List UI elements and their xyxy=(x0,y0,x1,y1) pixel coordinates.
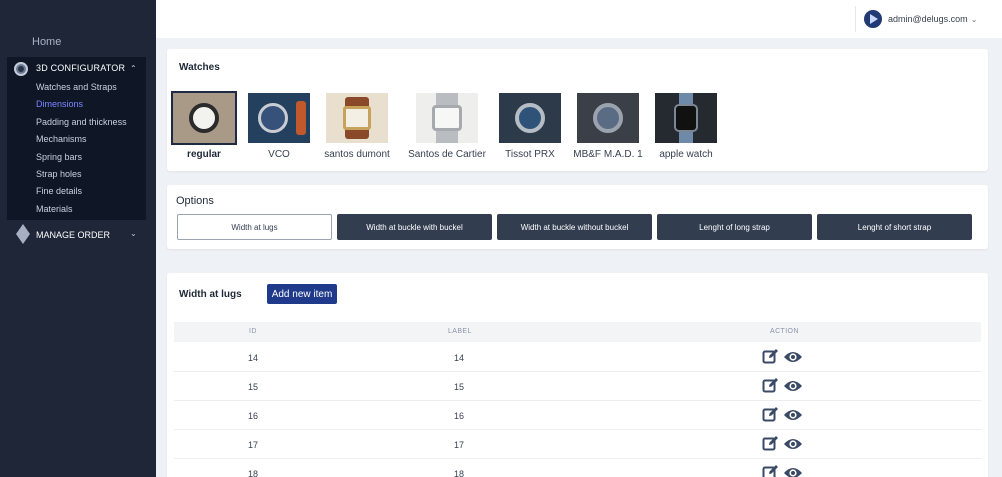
table-row: 15 15 xyxy=(174,372,981,401)
eye-icon[interactable] xyxy=(783,349,803,365)
sidebar-item-fine-details[interactable]: Fine details xyxy=(36,186,82,196)
edit-icon[interactable] xyxy=(762,435,779,452)
table-title: Width at lugs xyxy=(179,289,242,300)
option-width-at-buckle-without-buckel[interactable]: Width at buckle without buckel xyxy=(497,214,652,240)
watches-title: Watches xyxy=(179,62,220,73)
sidebar-item-padding-and-thickness[interactable]: Padding and thickness xyxy=(36,117,127,127)
watch-thumbnail xyxy=(499,93,561,143)
column-header-id: ID xyxy=(249,328,257,335)
options-title: Options xyxy=(176,195,214,207)
watch-thumbnail xyxy=(171,91,237,145)
sidebar-group-3d-configurator: 3D CONFIGURATOR ⌃ Watches and Straps Dim… xyxy=(7,57,146,220)
eye-icon[interactable] xyxy=(783,436,803,452)
cell-label: 16 xyxy=(454,411,465,421)
sidebar-item-watches-and-straps[interactable]: Watches and Straps xyxy=(36,82,117,92)
sidebar-group-title: 3D CONFIGURATOR xyxy=(36,63,126,73)
avatar xyxy=(864,10,882,28)
watch-name: MB&F M.A.D. 1 xyxy=(573,149,643,160)
cell-id: 15 xyxy=(248,382,259,392)
cube-icon xyxy=(14,62,28,76)
watch-thumbnail xyxy=(248,93,310,143)
watch-item-mbf-mad-1[interactable]: MB&F M.A.D. 1 xyxy=(568,93,648,160)
cell-id: 17 xyxy=(248,440,259,450)
table-row: 16 16 xyxy=(174,401,981,430)
watch-thumbnail xyxy=(655,93,717,143)
edit-icon[interactable] xyxy=(762,464,779,477)
cell-label: 14 xyxy=(454,353,465,363)
chevron-down-icon: ⌄ xyxy=(970,14,978,24)
watch-item-regular[interactable]: regular xyxy=(164,91,244,160)
box-icon xyxy=(16,224,30,244)
edit-icon[interactable] xyxy=(762,406,779,423)
eye-icon[interactable] xyxy=(783,407,803,423)
watch-item-santos-de-cartier[interactable]: Santos de Cartier xyxy=(407,93,487,160)
table-row: 17 17 xyxy=(174,430,981,459)
eye-icon[interactable] xyxy=(783,465,803,477)
watch-name: regular xyxy=(187,149,221,160)
sidebar-group-header[interactable]: 3D CONFIGURATOR ⌃ xyxy=(7,57,146,79)
user-email: admin@delugs.com xyxy=(888,14,968,24)
watch-name: Santos de Cartier xyxy=(408,149,486,160)
watch-name: Tissot PRX xyxy=(505,149,555,160)
watch-thumbnail xyxy=(416,93,478,143)
user-menu[interactable]: admin@delugs.com ⌄ xyxy=(855,6,977,32)
sidebar-item-spring-bars[interactable]: Spring bars xyxy=(36,152,82,162)
cell-label: 18 xyxy=(454,469,465,477)
cell-label: 17 xyxy=(454,440,465,450)
add-new-item-button[interactable]: Add new item xyxy=(267,284,337,304)
watch-item-apple-watch[interactable]: apple watch xyxy=(646,93,726,160)
option-width-at-lugs[interactable]: Width at lugs xyxy=(177,214,332,240)
option-lenght-of-short-strap[interactable]: Lenght of short strap xyxy=(817,214,972,240)
chevron-up-icon[interactable]: ⌃ xyxy=(130,64,137,73)
watch-name: VCO xyxy=(268,149,290,160)
watch-thumbnail xyxy=(577,93,639,143)
sidebar-item-mechanisms[interactable]: Mechanisms xyxy=(36,134,87,144)
option-width-at-buckle-with-buckel[interactable]: Width at buckle with buckel xyxy=(337,214,492,240)
sidebar-item-home[interactable]: Home xyxy=(32,36,61,48)
table-card: Width at lugs Add new item ID LABEL ACTI… xyxy=(167,273,988,477)
watch-name: santos dumont xyxy=(324,149,390,160)
watch-item-santos-dumont[interactable]: santos dumont xyxy=(317,93,397,160)
watch-item-vco[interactable]: VCO xyxy=(239,93,319,160)
watch-thumbnail xyxy=(326,93,388,143)
eye-icon[interactable] xyxy=(783,378,803,394)
chevron-down-icon[interactable]: ⌄ xyxy=(130,229,137,238)
column-header-label: LABEL xyxy=(448,328,472,335)
watch-item-tissot-prx[interactable]: Tissot PRX xyxy=(490,93,570,160)
table-row: 18 18 xyxy=(174,459,981,477)
cell-id: 14 xyxy=(248,353,259,363)
cell-id: 18 xyxy=(248,469,259,477)
cell-label: 15 xyxy=(454,382,465,392)
table-header: ID LABEL ACTION xyxy=(174,322,981,342)
sidebar-item-dimensions[interactable]: Dimensions xyxy=(36,99,83,109)
edit-icon[interactable] xyxy=(762,348,779,365)
table-row: 14 14 xyxy=(174,343,981,372)
cell-id: 16 xyxy=(248,411,259,421)
sidebar: Home 3D CONFIGURATOR ⌃ Watches and Strap… xyxy=(0,0,156,477)
sidebar-item-manage-order[interactable]: MANAGE ORDER xyxy=(36,230,110,240)
edit-icon[interactable] xyxy=(762,377,779,394)
watch-name: apple watch xyxy=(659,149,713,160)
sidebar-item-strap-holes[interactable]: Strap holes xyxy=(36,169,82,179)
watches-card: Watches regular VCO santos dumont Santos… xyxy=(167,49,988,171)
option-lenght-of-long-strap[interactable]: Lenght of long strap xyxy=(657,214,812,240)
column-header-action: ACTION xyxy=(770,328,799,335)
sidebar-item-materials[interactable]: Materials xyxy=(36,204,73,214)
options-card: Options Width at lugs Width at buckle wi… xyxy=(167,185,988,249)
